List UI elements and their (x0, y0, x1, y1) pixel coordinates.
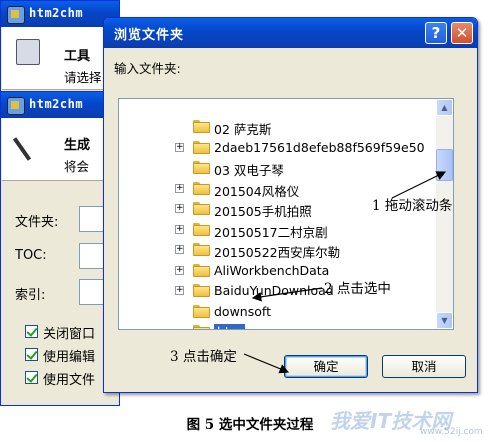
watermark-url: www.52ij.com (420, 427, 483, 437)
annotation-arrows (243, 171, 447, 374)
arrow-to-ok-button (243, 353, 290, 374)
arrow-to-selected-folder (251, 287, 323, 302)
annotation-click-ok: 3 点击确定 (170, 349, 237, 365)
annotation-drag-scrollbar: 1 拖动滚动条 (372, 198, 453, 214)
annotation-click-select: 2 点击选中 (324, 281, 391, 297)
